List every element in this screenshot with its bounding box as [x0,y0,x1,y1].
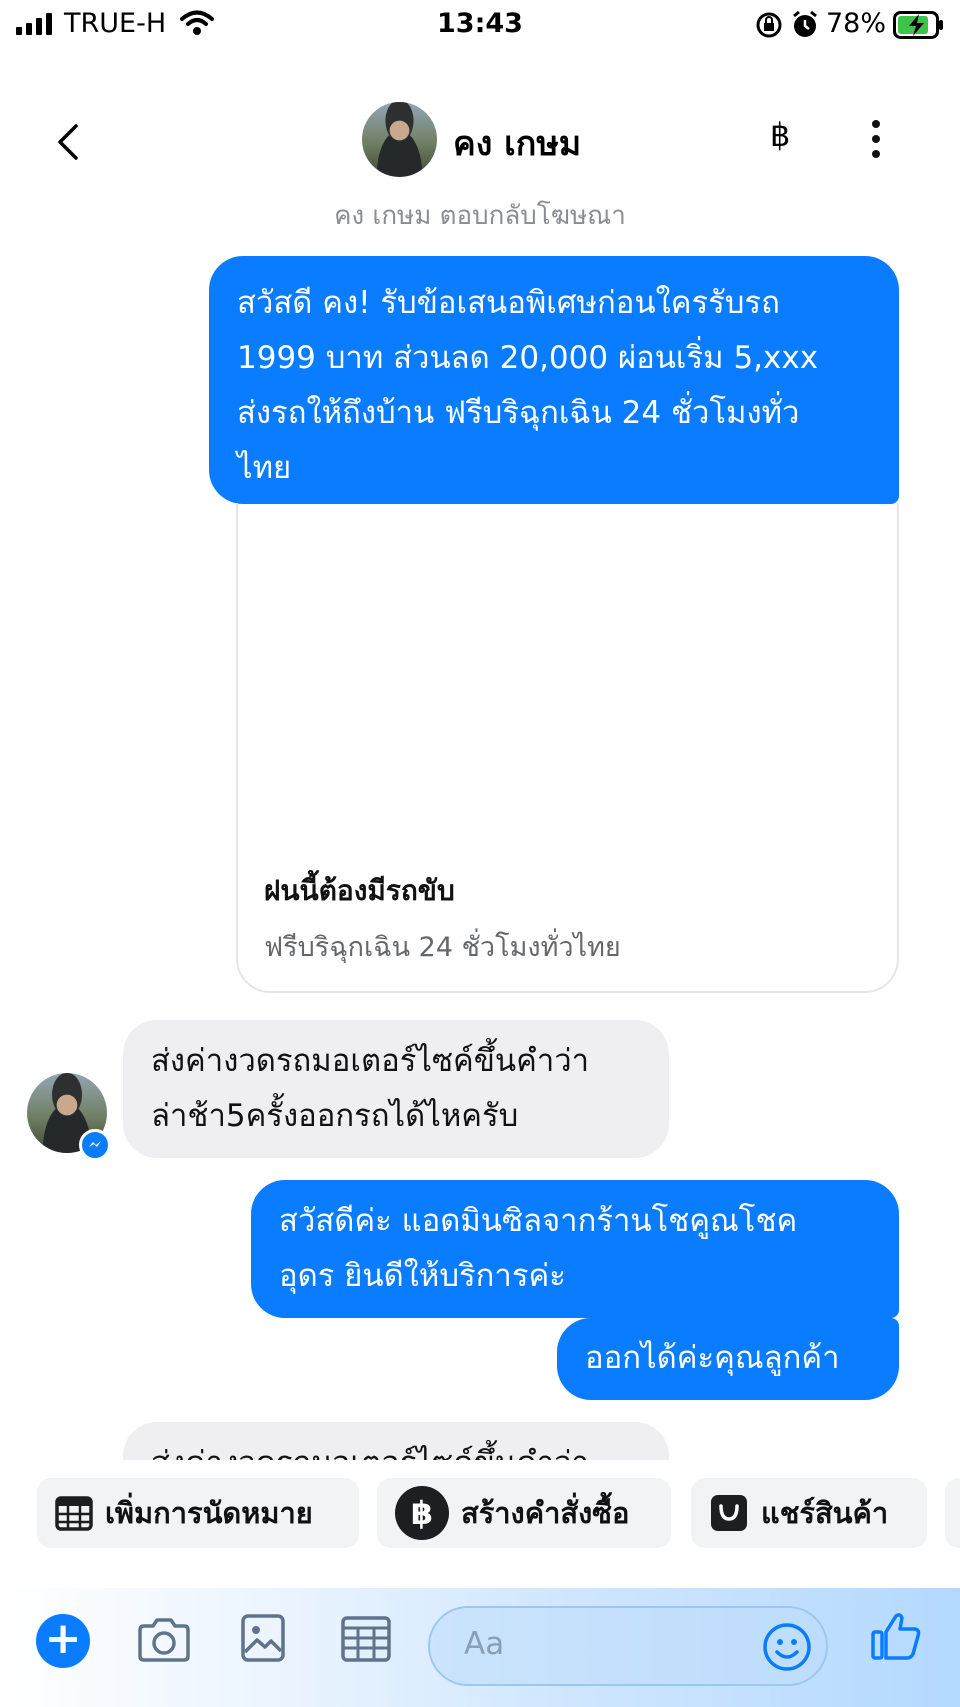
thumbs-up-icon[interactable] [870,1610,922,1666]
contact-name[interactable]: คง เกษม [453,116,581,170]
messenger-badge-icon [79,1129,111,1161]
emoji-icon[interactable] [762,1622,812,1676]
plus-button[interactable]: + [36,1614,90,1668]
ad-card-subtitle: ฟรีบริฉุกเฉิน 24 ชั่วโมงทั่วไทย [264,932,621,963]
conversation-header: คง เกษม ฿ [0,90,960,190]
message-input-placeholder: Aa [464,1626,505,1662]
more-options-icon[interactable] [872,120,880,158]
message-bubble-outgoing[interactable]: สวัสดีค่ะ แอดมินซิลจากร้านโชคูณโชค อุดร … [251,1180,899,1318]
message-line: สวัสดีค่ะ แอดมินซิลจากร้านโชคูณโชค [279,1203,798,1239]
schedule-calendar-icon[interactable] [340,1614,392,1668]
rotation-lock-icon [755,11,783,43]
contact-avatar[interactable] [362,102,437,177]
battery-percent: 78% [826,8,887,39]
ad-card[interactable]: ฝนนี้ต้องมีรถขับ ฟรีบริฉุกเฉิน 24 ชั่วโม… [236,503,899,993]
camera-icon[interactable] [136,1616,192,1668]
add-appointment-label: เพิ่มการนัดหมาย [105,1496,313,1530]
share-product-label: แชร์สินค้า [761,1496,889,1530]
message-line: อุดร ยินดีให้บริการค่ะ [279,1258,566,1294]
add-appointment-button[interactable]: เพิ่มการนัดหมาย [37,1478,359,1548]
baht-payment-icon[interactable]: ฿ [770,116,790,154]
ad-reply-notice: คง เกษม ตอบกลับโฆษณา [334,201,626,231]
alarm-icon [791,10,819,44]
create-order-button[interactable]: ฿ สร้างคำสั่งซื้อ [377,1478,671,1548]
message-line: 1999 บาท ส่วนลด 20,000 ผ่อนเริ่ม 5,xxx [237,340,819,376]
share-product-button[interactable]: แชร์สินค้า [691,1478,927,1548]
message-bubble-incoming[interactable]: ส่งค่างวดรถมอเตอร์ไซค์ขึ้นคำว่า ล่าช้า5ค… [123,1020,669,1158]
message-bubble-outgoing[interactable]: สวัสดี คง! รับข้อเสนอพิเศษก่อนใครรับรถ 1… [209,256,899,504]
status-bar: TRUE-H 13:43 78% [0,0,960,50]
photo-gallery-icon[interactable] [240,1612,286,1668]
message-input[interactable]: Aa [428,1606,828,1686]
message-line: ไทย [237,450,292,486]
shopping-bag-icon [709,1493,749,1533]
ad-card-title: ฝนนี้ต้องมีรถขับ [264,874,455,907]
message-line: ส่งรถให้ถึงบ้าน ฟรีบริฉุกเฉิน 24 ชั่วโมง… [237,395,800,431]
message-line: ล่าช้า5ครั้งออกรถได้ไหครับ [151,1098,519,1134]
create-order-label: สร้างคำสั่งซื้อ [461,1496,630,1530]
message-line: ออกได้ค่ะคุณลูกค้า [585,1340,840,1376]
message-bubble-outgoing[interactable]: ออกได้ค่ะคุณลูกค้า [557,1318,899,1400]
message-line: สวัสดี คง! รับข้อเสนอพิเศษก่อนใครรับรถ [237,285,780,321]
quick-actions-bar: เพิ่มการนัดหมาย ฿ สร้างคำสั่งซื้อ แชร์สิ… [0,1460,960,1588]
more-quick-action-chip[interactable] [945,1478,960,1548]
calendar-icon [55,1495,93,1531]
battery-charging-icon [893,11,945,43]
message-composer: + Aa [0,1588,960,1707]
back-chevron-icon[interactable] [52,120,82,164]
baht-circle-icon: ฿ [395,1486,449,1540]
message-line: ส่งค่างวดรถมอเตอร์ไซค์ขึ้นคำว่า [151,1043,590,1079]
